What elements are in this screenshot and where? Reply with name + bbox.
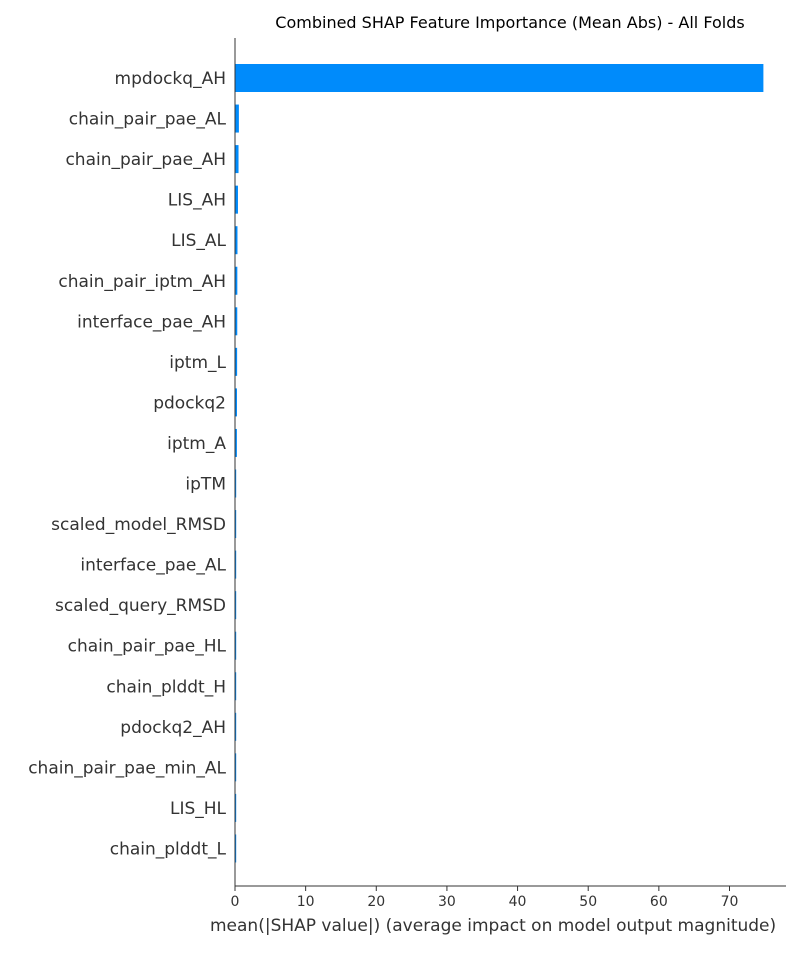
feature-label-interface_pae_AL: interface_pae_AL [80, 556, 226, 576]
feature-label-chain_pair_pae_AL: chain_pair_pae_AL [69, 110, 227, 130]
feature-label-chain_plddt_L: chain_plddt_L [110, 839, 227, 859]
x-tick-label-30: 30 [438, 894, 456, 910]
feature-label-LIS_AH: LIS_AH [168, 191, 226, 211]
feature-label-chain_pair_pae_min_AL: chain_pair_pae_min_AL [28, 758, 226, 778]
bar-chain_pair_pae_AL [235, 104, 239, 133]
bar-chain_pair_pae_AH [235, 145, 239, 174]
feature-label-scaled_model_RMSD: scaled_model_RMSD [51, 515, 226, 535]
chart-title: Combined SHAP Feature Importance (Mean A… [275, 13, 744, 32]
feature-label-chain_plddt_H: chain_plddt_H [106, 677, 226, 697]
x-tick-label-10: 10 [297, 894, 315, 910]
x-tick-label-70: 70 [721, 894, 739, 910]
feature-label-chain_pair_pae_HL: chain_pair_pae_HL [68, 637, 227, 657]
x-tick-label-20: 20 [367, 894, 385, 910]
feature-label-scaled_query_RMSD: scaled_query_RMSD [55, 596, 226, 616]
feature-label-chain_pair_iptm_AH: chain_pair_iptm_AH [58, 272, 226, 292]
feature-label-interface_pae_AH: interface_pae_AH [77, 312, 226, 332]
feature-label-ipTM: ipTM [185, 475, 226, 495]
feature-label-iptm_A: iptm_A [167, 434, 226, 454]
x-tick-label-50: 50 [579, 894, 597, 910]
x-tick-label-0: 0 [231, 894, 240, 910]
feature-label-iptm_L: iptm_L [169, 353, 226, 373]
shap-bar-chart: Combined SHAP Feature Importance (Mean A… [0, 0, 800, 950]
x-tick-label-40: 40 [509, 894, 527, 910]
x-axis-label: mean(|SHAP value|) (average impact on mo… [210, 916, 776, 936]
chart-canvas: Combined SHAP Feature Importance (Mean A… [28, 13, 786, 936]
x-axis-ticks: 0 10 20 30 40 50 60 70 [231, 886, 739, 910]
bars-layer [235, 64, 764, 863]
feature-label-pdockq2: pdockq2 [153, 393, 226, 413]
bar-mpdockq_AH [235, 64, 764, 92]
feature-label-LIS_HL: LIS_HL [170, 799, 227, 819]
feature-label-LIS_AL: LIS_AL [171, 231, 226, 251]
feature-label-pdockq2_AH: pdockq2_AH [120, 718, 226, 738]
feature-labels: mpdockq_AH chain_pair_pae_AL chain_pair_pa… [28, 69, 226, 859]
feature-label-chain_pair_pae_AH: chain_pair_pae_AH [65, 150, 226, 170]
x-tick-label-60: 60 [650, 894, 668, 910]
feature-label-mpdockq_AH: mpdockq_AH [115, 69, 226, 89]
